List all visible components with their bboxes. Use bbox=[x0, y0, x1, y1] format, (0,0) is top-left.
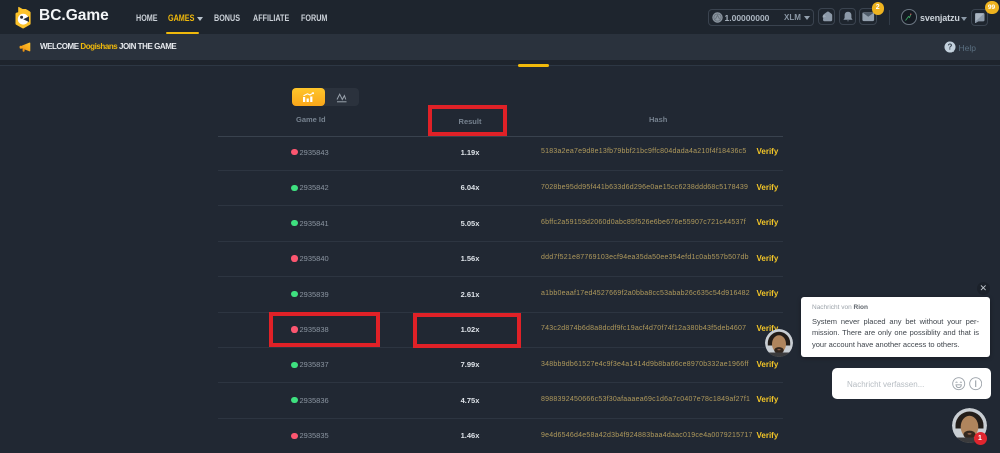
svg-text:?: ? bbox=[947, 43, 952, 52]
